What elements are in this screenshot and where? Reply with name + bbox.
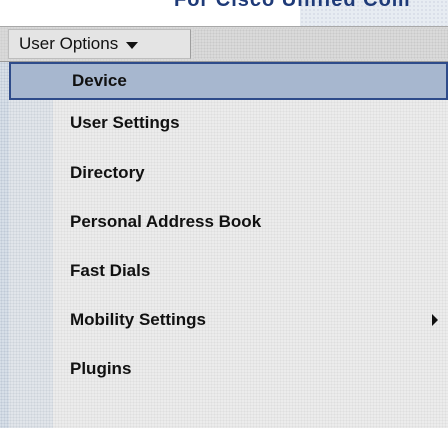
menu-bar-empty-area	[194, 29, 448, 59]
menu-bar: User Options	[0, 26, 448, 62]
user-options-label: User Options	[19, 34, 119, 53]
menu-item-label: Device	[72, 71, 127, 90]
user-options-dropdown: Device User Settings Directory Personal …	[0, 62, 448, 428]
menu-item-mobility-settings[interactable]: Mobility Settings	[9, 301, 448, 339]
menu-item-user-settings[interactable]: User Settings	[9, 104, 448, 142]
menu-item-label: Fast Dials	[70, 261, 151, 280]
menu-item-personal-address-book[interactable]: Personal Address Book	[9, 203, 448, 241]
menu-item-device[interactable]: Device	[9, 62, 448, 100]
dropdown-left-strip	[0, 62, 9, 428]
menu-item-directory[interactable]: Directory	[9, 154, 448, 192]
caret-right-icon	[432, 314, 438, 326]
menu-item-label: Directory	[70, 163, 145, 182]
user-options-menu-button[interactable]: User Options	[8, 29, 191, 59]
page: For Cisco Unified Com User Options Devic…	[0, 0, 448, 428]
banner-title: For Cisco Unified Com	[174, 0, 411, 11]
menu-item-fast-dials[interactable]: Fast Dials	[9, 252, 448, 290]
chevron-down-icon	[126, 41, 139, 49]
header-banner: For Cisco Unified Com	[0, 0, 448, 26]
menu-item-label: Personal Address Book	[70, 212, 262, 231]
menu-item-label: User Settings	[70, 113, 180, 132]
menu-item-label: Mobility Settings	[70, 310, 206, 329]
menu-item-label: Plugins	[70, 359, 132, 378]
menu-item-plugins[interactable]: Plugins	[9, 350, 448, 388]
